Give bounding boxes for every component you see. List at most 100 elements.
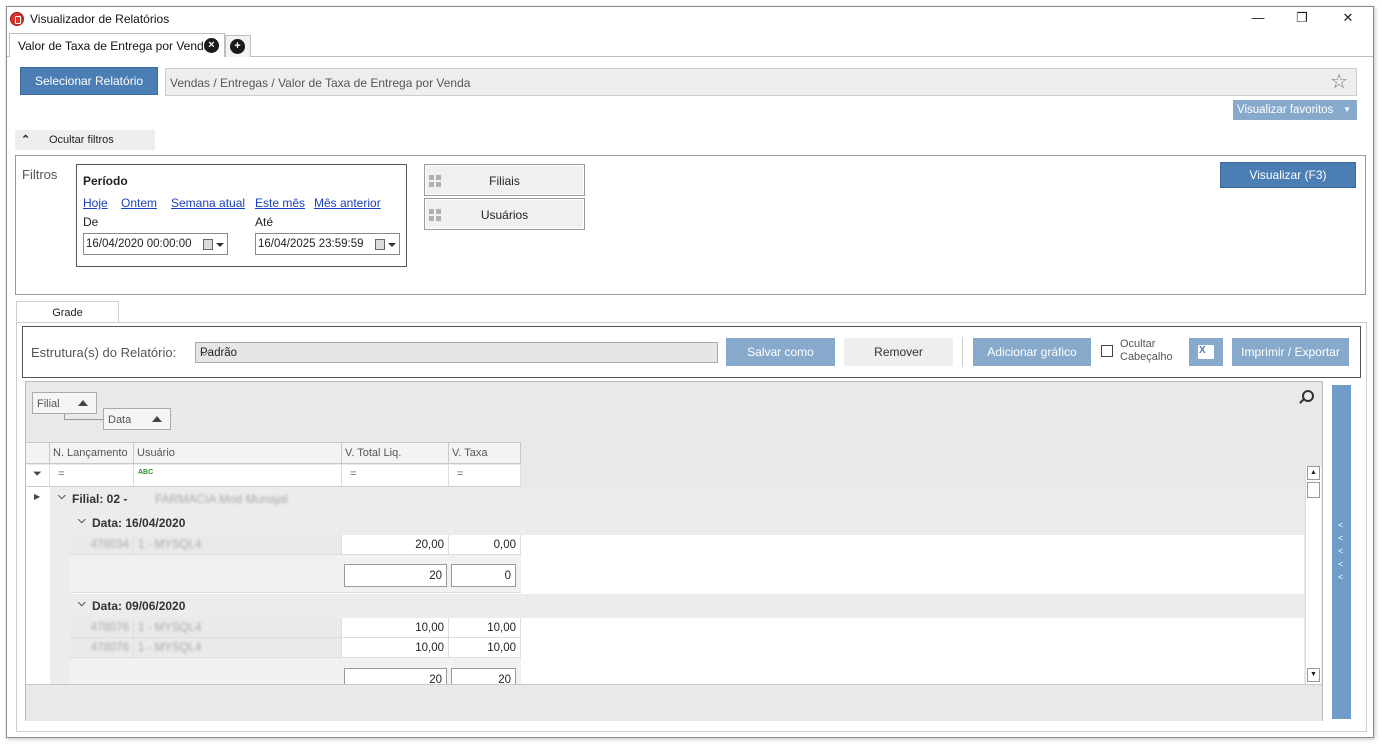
filters-label: Filtros (22, 167, 58, 182)
header-total-liq[interactable]: V. Total Liq. (342, 442, 449, 464)
tab-grade[interactable]: Grade (16, 301, 119, 323)
save-as-button[interactable]: Salvar como (726, 338, 835, 366)
chevron-up-icon: ⌃ (21, 134, 31, 146)
header-usuario[interactable]: Usuário (134, 442, 342, 464)
report-viewer-window: Visualizador de Relatórios — ❐ ✕ Valor d… (6, 6, 1374, 738)
chevron-left-icon: < < < < < (1338, 520, 1344, 582)
group-row-date[interactable]: ⌵ Data: 16/04/2020 (70, 511, 1304, 535)
select-report-button[interactable]: Selecionar Relatório (20, 67, 158, 95)
maximize-button[interactable]: ❐ (1279, 7, 1325, 29)
indent-gutter (50, 511, 70, 684)
hide-header-label-1: Ocultar (1120, 338, 1156, 350)
group-filial-label: Filial: 02 - (72, 492, 128, 506)
view-report-button[interactable]: Visualizar (F3) (1220, 162, 1356, 188)
sum-taxa: 20 (451, 668, 516, 684)
close-tab-icon[interactable]: × (204, 38, 219, 53)
users-label: Usuários (480, 208, 529, 222)
vertical-scrollbar[interactable]: ▲ ▼ (1305, 466, 1321, 684)
value: 478034 (90, 539, 129, 551)
chevron-down-icon: ⌵ (200, 347, 209, 359)
structure-select[interactable]: Padrão ⌵ (195, 342, 718, 363)
add-chart-button[interactable]: Adicionar gráfico (973, 338, 1091, 366)
header-label: Usuário (137, 447, 175, 459)
header-n-lancamento[interactable]: N. Lançamento (50, 442, 134, 464)
collapse-icon: ⌵ (58, 491, 66, 502)
dropdown-arrow-icon (216, 243, 224, 247)
to-label: Até (255, 215, 274, 229)
date-to-field[interactable]: 16/04/2025 23:59:59 (255, 233, 400, 255)
shortcut-current-week[interactable]: Semana atual (171, 196, 245, 210)
group-chip-filial[interactable]: Filial (32, 392, 97, 414)
header-taxa[interactable]: V. Taxa (449, 442, 521, 464)
sort-asc-icon (78, 400, 88, 406)
cell-total[interactable]: 20,00 (342, 535, 449, 555)
scroll-thumb[interactable] (1307, 482, 1320, 498)
filter-icon: ⏷ (33, 468, 42, 480)
shortcut-previous-month[interactable]: Mês anterior (314, 196, 381, 210)
cell-usuario[interactable]: 1 - MYSQL4 (134, 638, 342, 658)
hide-filters-toggle[interactable]: ⌃ Ocultar filtros (15, 130, 155, 150)
minimize-button[interactable]: — (1235, 7, 1281, 29)
print-export-button[interactable]: Imprimir / Exportar (1232, 338, 1349, 366)
collapse-icon: ⌵ (78, 515, 86, 526)
scroll-up-icon[interactable]: ▲ (1307, 466, 1320, 480)
date-to-value: 16/04/2025 23:59:59 (258, 238, 364, 250)
close-window-button[interactable]: ✕ (1325, 7, 1371, 29)
cell-taxa[interactable]: 10,00 (449, 638, 521, 658)
scroll-down-icon[interactable]: ▼ (1307, 668, 1320, 682)
title-bar: Visualizador de Relatórios — ❐ ✕ (7, 7, 1373, 31)
value: 20,00 (415, 539, 444, 551)
group-row-date[interactable]: ⌵ Data: 09/06/2020 (70, 594, 1304, 618)
filter-cell-total[interactable]: = (342, 465, 449, 487)
shortcut-today[interactable]: Hoje (83, 196, 108, 210)
date-from-field[interactable]: 16/04/2020 00:00:00 (83, 233, 228, 255)
group-chip-data-label: Data (108, 414, 132, 426)
value: 1 - MYSQL4 (138, 622, 202, 634)
shortcut-this-month[interactable]: Este mês (255, 196, 305, 210)
sum-total: 20 (344, 564, 447, 587)
cell-lancamento[interactable]: 478034 (70, 535, 134, 555)
filter-op: = (350, 468, 357, 480)
search-icon[interactable] (1302, 390, 1314, 402)
row-indicator: ▶ (26, 487, 50, 511)
cell-lancamento[interactable]: 478076 (70, 638, 134, 658)
excel-export-button[interactable]: X (1189, 338, 1223, 366)
cell-usuario[interactable]: 1 - MYSQL4 (134, 618, 342, 638)
cell-lancamento[interactable]: 478076 (70, 618, 134, 638)
filters-panel: Filtros Período Hoje Ontem Semana atual … (15, 155, 1366, 295)
branches-filter-button[interactable]: Filiais (424, 164, 585, 196)
shortcut-yesterday[interactable]: Ontem (121, 196, 157, 210)
side-panel-toggle[interactable]: < < < < < (1332, 385, 1351, 719)
filter-cell-taxa[interactable]: = (449, 465, 521, 487)
filter-cell-usuario[interactable]: ABC (134, 465, 342, 487)
date-from-value: 16/04/2020 00:00:00 (86, 238, 192, 250)
cell-total[interactable]: 10,00 (342, 618, 449, 638)
header-label: N. Lançamento (53, 447, 128, 459)
users-filter-button[interactable]: Usuários (424, 198, 585, 230)
cell-total[interactable]: 10,00 (342, 638, 449, 658)
value: 10,00 (415, 622, 444, 634)
add-tab-button[interactable]: + (225, 35, 251, 57)
from-label: De (83, 215, 99, 229)
group-chip-data[interactable]: Data (103, 408, 171, 430)
remove-button[interactable]: Remover (844, 338, 953, 366)
value: 10,00 (487, 642, 516, 654)
dropdown-arrow-icon: ▼ (1343, 105, 1351, 114)
filter-cell-lancamento[interactable]: = (50, 465, 134, 487)
cell-taxa[interactable]: 10,00 (449, 618, 521, 638)
hide-filters-label: Ocultar filtros (49, 134, 114, 146)
view-favorites-button[interactable]: Visualizar favoritos ▼ (1233, 100, 1357, 120)
tab-label: Valor de Taxa de Entrega por Venda (18, 39, 211, 53)
hide-header-checkbox[interactable] (1101, 345, 1113, 357)
value: 0,00 (493, 539, 516, 551)
group-chip-filial-label: Filial (37, 398, 60, 410)
expand-icon[interactable]: ▶ (34, 492, 40, 501)
hide-header-label-2: Cabeçalho (1120, 351, 1173, 363)
group-row-filial[interactable]: ⌵ Filial: 02 - FARMACIA Mod Munajal (50, 487, 1304, 511)
star-icon[interactable]: ☆ (1330, 71, 1348, 93)
window-title: Visualizador de Relatórios (30, 12, 170, 26)
cell-taxa[interactable]: 0,00 (449, 535, 521, 555)
cell-usuario[interactable]: 1 - MYSQL4 (134, 535, 342, 555)
collapse-icon: ⌵ (78, 598, 86, 609)
tab-report[interactable]: Valor de Taxa de Entrega por Venda × (9, 33, 225, 57)
